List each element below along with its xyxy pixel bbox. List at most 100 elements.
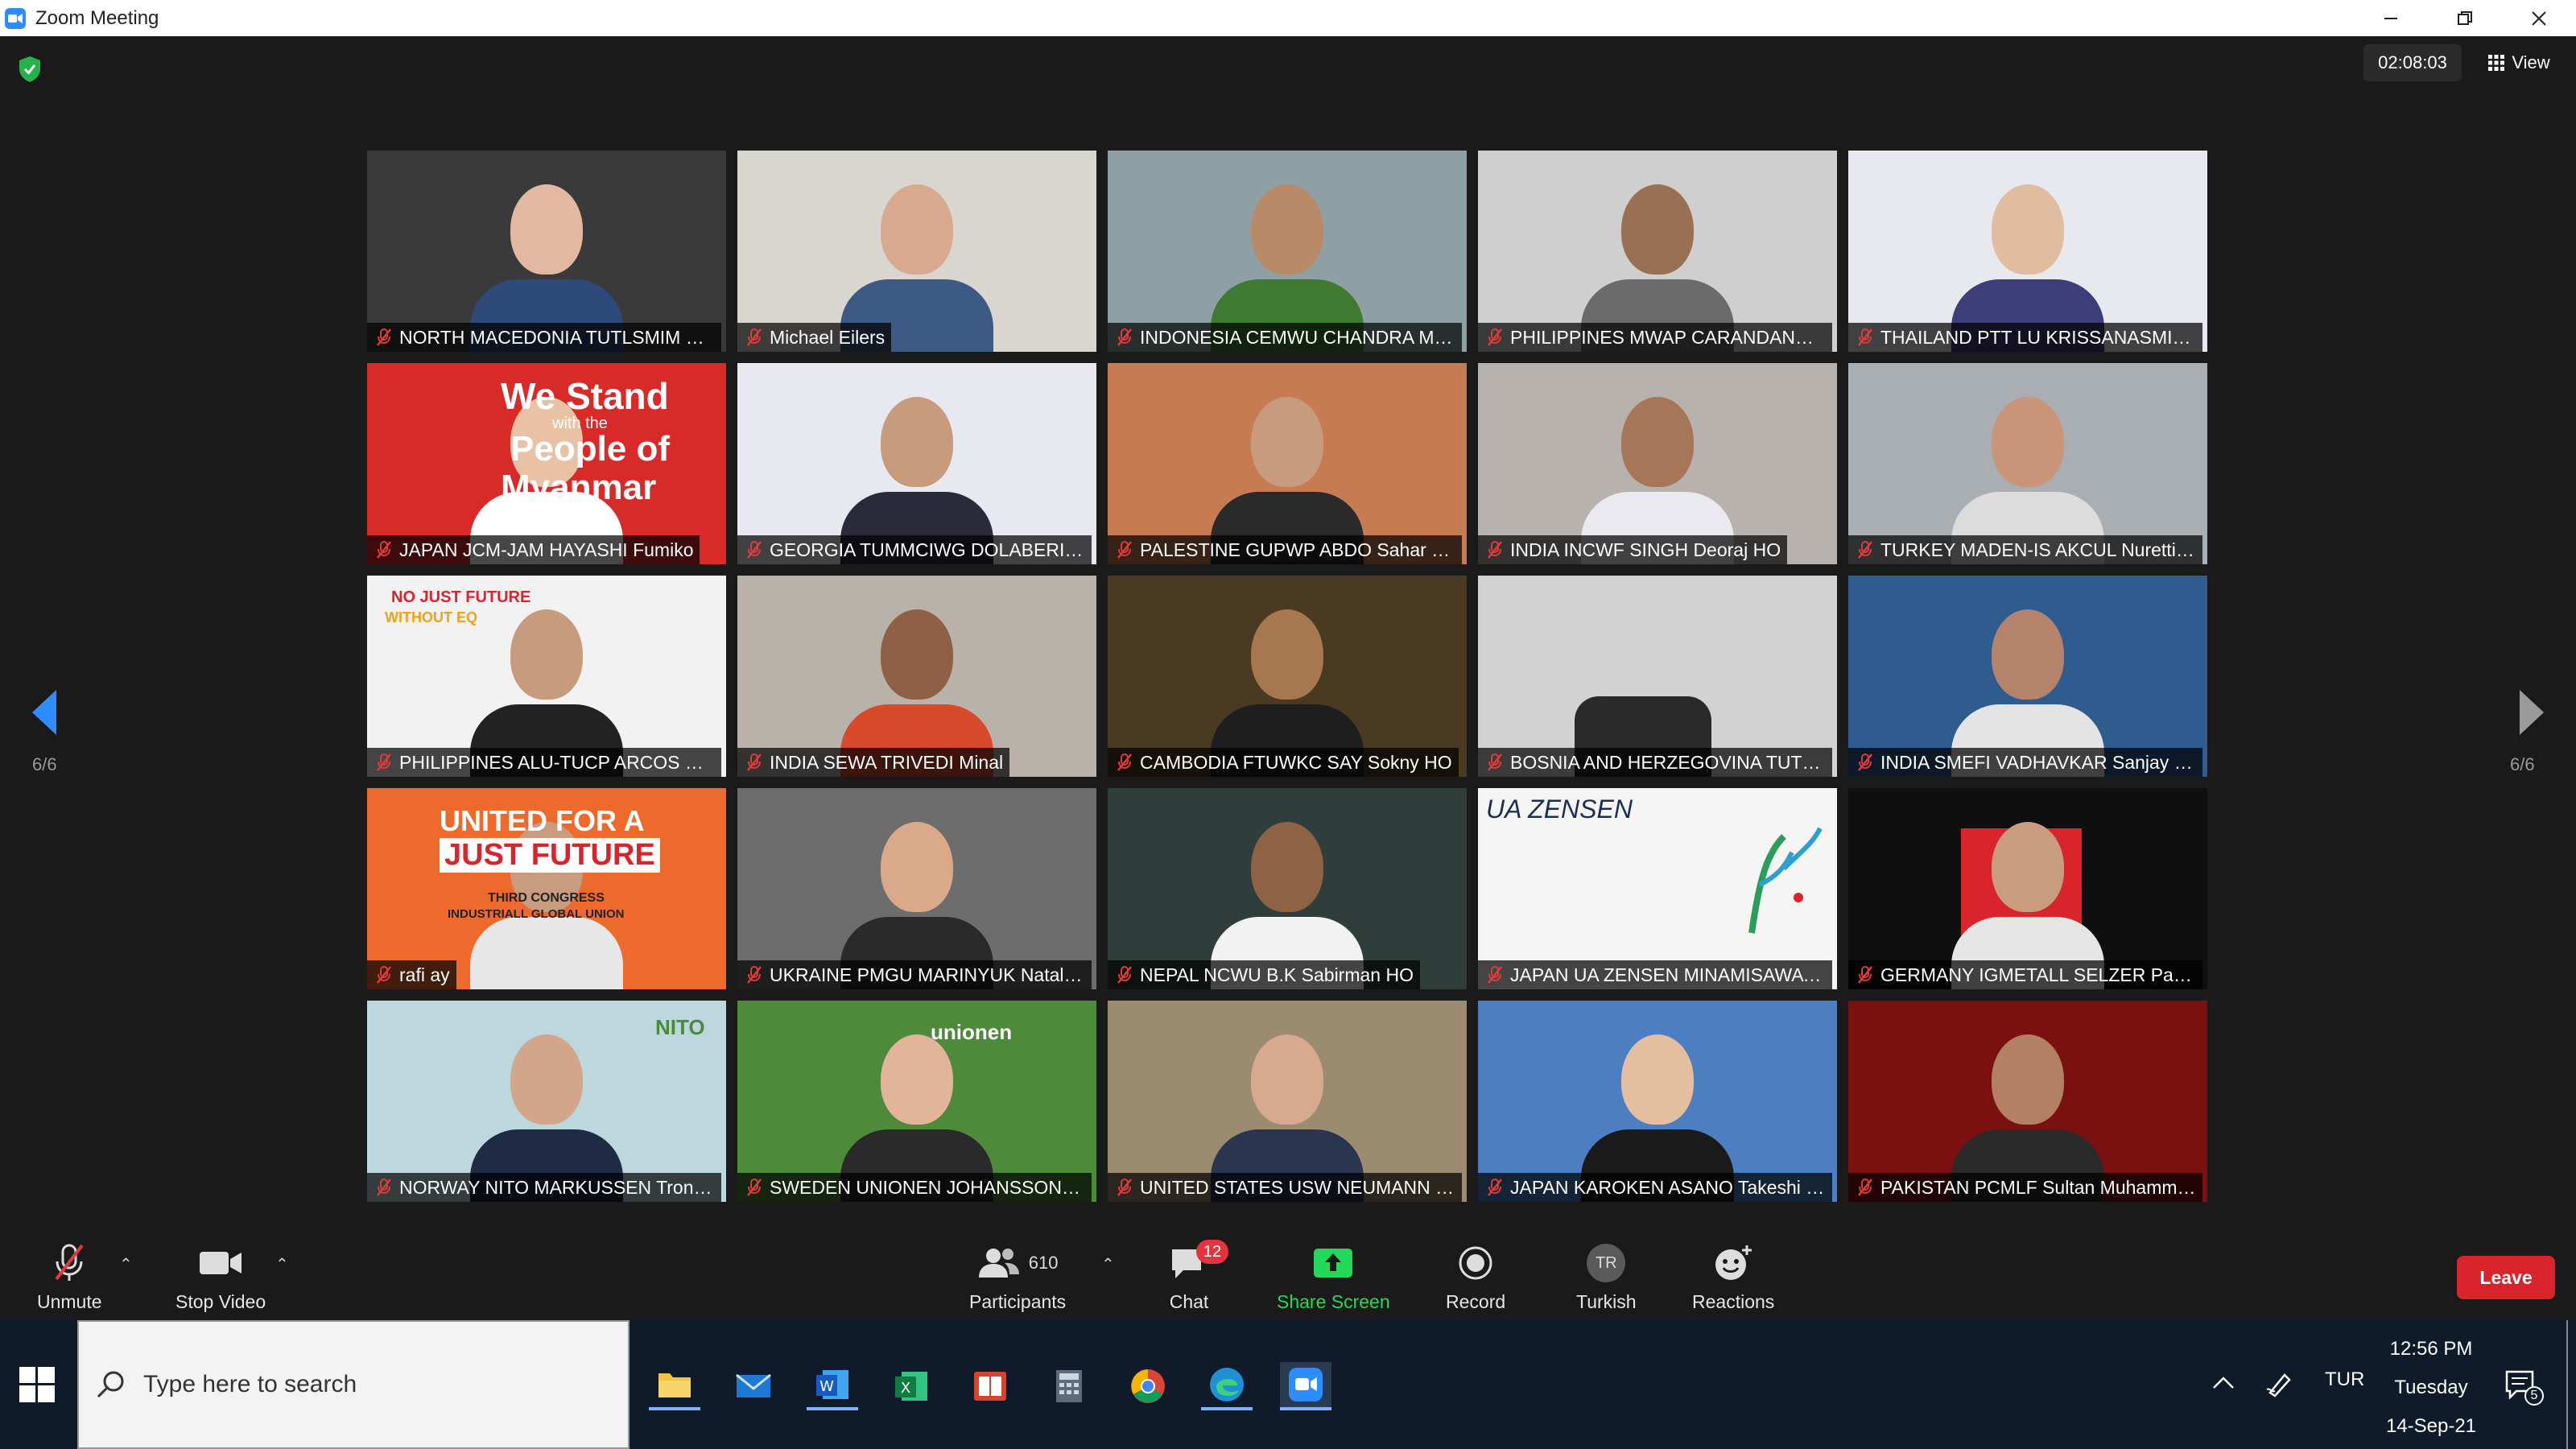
participants-label: Participants — [969, 1291, 1067, 1312]
show-desktop-button[interactable] — [2566, 1320, 2568, 1449]
participant-name-label: INDIA SMEFI VADHAVKAR Sanjay HO — [1848, 748, 2202, 777]
taskbar-word[interactable]: W — [807, 1362, 858, 1410]
encryption-shield-icon[interactable] — [18, 56, 42, 83]
windows-start-icon[interactable] — [19, 1367, 55, 1402]
windows-taskbar: Type here to search W X TUR 12:56 PM Tue… — [0, 1320, 2576, 1449]
muted-mic-icon — [1488, 541, 1502, 559]
participant-name-label: JAPAN KAROKEN ASANO Takeshi HO — [1478, 1173, 1832, 1202]
participant-video-tile[interactable]: UNITED STATES USW NEUMANN Ken — [1108, 1001, 1467, 1202]
participant-video-tile[interactable]: We Stand with the People of Myanmar JAPAN JC… — [367, 363, 726, 564]
muted-mic-icon — [1117, 753, 1132, 771]
muted-mic-icon — [1117, 966, 1132, 984]
participant-head — [510, 1034, 583, 1125]
leave-meeting-button[interactable]: Leave — [2457, 1256, 2555, 1299]
participants-options-chevron-up-icon[interactable]: ⌃ — [1101, 1254, 1115, 1274]
participants-button[interactable]: 610 Participants — [969, 1240, 1066, 1313]
record-button[interactable]: Record — [1446, 1240, 1505, 1313]
pen-input-icon[interactable] — [2265, 1368, 2294, 1397]
notification-count-badge: 5 — [2524, 1386, 2544, 1406]
close-button[interactable] — [2502, 0, 2576, 36]
participant-name-label: PHILIPPINES ALU-TUCP ARCOS Eva ... — [367, 748, 721, 777]
banner-text: People of — [510, 429, 671, 469]
next-page-arrow-icon[interactable] — [2515, 688, 2547, 737]
participant-name-label: INDIA SEWA TRIVEDI Minal — [737, 748, 1010, 777]
taskbar-zoom[interactable] — [1280, 1362, 1331, 1410]
action-center-button[interactable]: 5 — [2505, 1370, 2544, 1406]
taskbar-calculator[interactable] — [1043, 1362, 1095, 1410]
muted-mic-icon — [1858, 753, 1872, 771]
chat-button[interactable]: 12 Chat — [1169, 1240, 1228, 1313]
participant-video-tile[interactable]: NEPAL NCWU B.K Sabirman HO — [1108, 788, 1467, 989]
participant-name-label: GERMANY IGMETALL SELZER Patrick — [1848, 960, 2202, 989]
record-label: Record — [1446, 1291, 1506, 1312]
taskbar-chrome[interactable] — [1122, 1362, 1174, 1410]
participant-video-tile[interactable]: unionen SWEDEN UNIONEN JOHANSSON Ul... — [737, 1001, 1096, 1202]
show-hidden-icons-chevron-up-icon[interactable] — [2212, 1375, 2235, 1391]
participant-video-tile[interactable]: CAMBODIA FTUWKC SAY Sokny HO — [1108, 576, 1467, 777]
participant-name-label: PHILIPPINES MWAP CARANDANG J... — [1478, 323, 1832, 352]
video-options-chevron-up-icon[interactable]: ⌃ — [275, 1254, 289, 1274]
taskbar-edge[interactable] — [1201, 1362, 1253, 1410]
participant-video-tile[interactable]: INDIA SMEFI VADHAVKAR Sanjay HO — [1848, 576, 2207, 777]
taskbar-file-explorer[interactable] — [649, 1362, 700, 1410]
taskbar-excel[interactable]: X — [886, 1362, 937, 1410]
participant-video-tile[interactable]: JAPAN KAROKEN ASANO Takeshi HO — [1478, 1001, 1837, 1202]
participant-video-tile[interactable]: GERMANY IGMETALL SELZER Patrick — [1848, 788, 2207, 989]
participant-video-tile[interactable]: UA ZENSEN JAPAN UA ZENSEN MINAMISAWA H... — [1478, 788, 1837, 989]
muted-mic-icon — [747, 966, 762, 984]
unmute-button[interactable]: Unmute — [37, 1240, 102, 1313]
taskbar-clock[interactable]: 12:56 PM Tuesday 14-Sep-21 — [2367, 1330, 2496, 1446]
previous-page-arrow-icon[interactable] — [29, 688, 61, 737]
audio-options-chevron-up-icon[interactable]: ⌃ — [119, 1254, 133, 1274]
svg-text:X: X — [901, 1380, 910, 1397]
muted-mic-icon — [747, 328, 762, 346]
stop-video-button[interactable]: Stop Video — [175, 1240, 266, 1313]
muted-mic-icon — [1117, 1179, 1132, 1196]
participant-video-tile[interactable]: THAILAND PTT LU KRISSANASMIT ... — [1848, 151, 2207, 352]
participant-video-tile[interactable]: UNITED FOR A JUST FUTURE THIRD CONGRESS IND… — [367, 788, 726, 989]
participant-video-tile[interactable]: Michael Eilers — [737, 151, 1096, 352]
participant-video-tile[interactable]: UKRAINE PMGU MARINYUK Natal Ya — [737, 788, 1096, 989]
restore-button[interactable] — [2428, 0, 2502, 36]
participant-name-label: INDIA INCWF SINGH Deoraj HO — [1478, 535, 1788, 564]
participant-video-tile[interactable]: NITO NORWAY NITO MARKUSSEN Trond ... — [367, 1001, 726, 1202]
meeting-area: 02:08:03 View 6/6 6/6 NORTH MACEDONIA TU… — [0, 36, 2576, 1232]
view-button[interactable]: View — [2475, 44, 2563, 81]
close-icon — [2532, 10, 2546, 26]
participant-head — [1992, 609, 2064, 700]
taskbar-mail[interactable] — [728, 1362, 779, 1410]
share-screen-button[interactable]: Share Screen — [1277, 1240, 1390, 1313]
reactions-button[interactable]: Reactions — [1692, 1240, 1774, 1313]
muted-mic-icon — [377, 1179, 391, 1196]
share-screen-arrow-icon — [1314, 1249, 1353, 1278]
banner-text: WITHOUT EQ — [385, 609, 477, 625]
participant-head — [510, 184, 583, 275]
participant-name-label: SWEDEN UNIONEN JOHANSSON Ul... — [737, 1173, 1092, 1202]
participant-video-tile[interactable]: NO JUST FUTURE WITHOUT EQ PHILIPPINES ALU-… — [367, 576, 726, 777]
input-language[interactable]: TUR — [2325, 1368, 2364, 1391]
chrome-icon — [1131, 1369, 1165, 1403]
participant-name-label: NEPAL NCWU B.K Sabirman HO — [1108, 960, 1420, 989]
participant-name-label: JAPAN JCM-JAM HAYASHI Fumiko — [367, 535, 700, 564]
participant-video-tile[interactable]: INDIA INCWF SINGH Deoraj HO — [1478, 363, 1837, 564]
participant-video-tile[interactable]: TURKEY MADEN-IS AKCUL Nurettin ... — [1848, 363, 2207, 564]
turkish-label: Turkish — [1576, 1291, 1637, 1312]
muted-mic-icon — [1858, 328, 1872, 346]
participant-video-tile[interactable]: PAKISTAN PCMLF Sultan Muhamma... — [1848, 1001, 2207, 1202]
participant-video-tile[interactable]: GEORGIA TUMMCIWG DOLABERIDZ... — [737, 363, 1096, 564]
muted-mic-icon — [747, 541, 762, 559]
muted-mic-icon — [1488, 966, 1502, 984]
file-explorer-folder-icon — [658, 1373, 691, 1397]
participant-video-tile[interactable]: PHILIPPINES MWAP CARANDANG J... — [1478, 151, 1837, 352]
participant-video-tile[interactable]: BOSNIA AND HERZEGOVINA TUTLSI... — [1478, 576, 1837, 777]
participant-video-tile[interactable]: PALESTINE GUPWP ABDO Sahar HO — [1108, 363, 1467, 564]
taskbar-search-box[interactable]: Type here to search — [77, 1320, 630, 1449]
participant-head — [1621, 397, 1694, 487]
participant-head — [1621, 1034, 1694, 1125]
interpretation-turkish-button[interactable]: TR Turkish — [1576, 1240, 1637, 1313]
taskbar-reader[interactable] — [964, 1362, 1016, 1410]
participant-video-tile[interactable]: NORTH MACEDONIA TUTLSMIM RA... — [367, 151, 726, 352]
participant-video-tile[interactable]: INDIA SEWA TRIVEDI Minal — [737, 576, 1096, 777]
minimize-button[interactable] — [2354, 0, 2428, 36]
participant-video-tile[interactable]: INDONESIA CEMWU CHANDRA Ma... — [1108, 151, 1467, 352]
